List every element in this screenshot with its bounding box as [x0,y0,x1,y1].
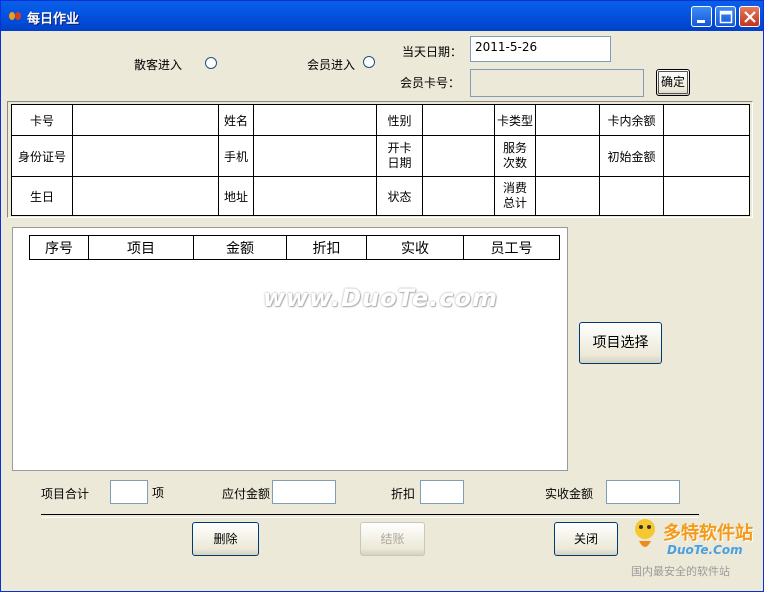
address-value [253,176,377,216]
items-grid[interactable]: 序号 项目 金额 折扣 实收 员工号 [29,235,560,260]
consume-total-label: 消费 总计 [494,176,536,216]
app-icon [9,12,21,20]
empty-label [599,176,664,216]
window-title: 每日作业 [27,12,80,27]
id-no-label: 身份证号 [11,135,73,177]
address-label: 地址 [218,176,254,216]
gender-label: 性别 [376,104,423,136]
status-label: 状态 [376,176,423,216]
actual-amount-field[interactable] [606,480,680,504]
mascot-icon [635,519,655,547]
name-label: 姓名 [218,104,254,136]
watermark-site: www.DuoTe.com [263,284,498,312]
open-date-value [422,135,495,177]
member-radio[interactable] [363,56,375,68]
discount-field[interactable] [420,480,464,504]
balance-value [663,104,750,136]
title-bar[interactable]: 每日作业 [1,1,763,31]
initial-amount-value [663,135,750,177]
card-number-field[interactable] [470,69,644,97]
maximize-button[interactable] [715,6,736,27]
payable-label: 应付金额 [222,487,271,501]
card-no-value [72,104,219,136]
member-label: 会员进入 [307,58,356,72]
maximize-icon [719,10,733,24]
col-actual: 实收 [366,235,464,260]
card-number-label: 会员卡号： [400,76,461,90]
col-amount: 金额 [193,235,287,260]
gender-value [422,104,495,136]
close-button[interactable]: 关闭 [554,522,618,556]
walkin-label: 散客进入 [134,58,183,72]
date-field[interactable]: 2011-5-26 [470,36,611,62]
watermark-logo-text: 多特软件站 [663,523,753,544]
id-no-value [72,135,219,177]
confirm-button[interactable]: 确定 [656,69,690,96]
select-item-button[interactable]: 项目选择 [579,322,662,364]
main-window: 每日作业 散客进入 会员进入 当天日期： 2011-5-26 会员卡号： 确定 … [0,0,764,592]
name-value [253,104,377,136]
close-window-button[interactable] [739,6,760,27]
initial-amount-label: 初始金额 [599,135,664,177]
separator [41,514,699,515]
col-seq: 序号 [29,235,89,260]
phone-value [253,135,377,177]
birthday-label: 生日 [11,176,73,216]
minimize-button[interactable] [691,6,712,27]
open-date-label: 开卡 日期 [376,135,423,177]
birthday-value [72,176,219,216]
card-no-label: 卡号 [11,104,73,136]
close-icon [744,11,756,23]
balance-label: 卡内余额 [599,104,664,136]
separator-highlight [41,517,699,518]
member-info-table: 卡号 姓名 性别 卡类型 卡内余额 身份证号 手机 开卡 日期 服务 次数 初始… [11,104,750,216]
payable-field[interactable] [272,480,336,504]
card-type-label: 卡类型 [494,104,536,136]
col-discount: 折扣 [286,235,367,260]
checkout-button[interactable]: 结账 [360,522,425,556]
col-staff-id: 员工号 [463,235,560,260]
col-item: 项目 [88,235,194,260]
item-total-label: 项目合计 [41,487,90,501]
item-total-field[interactable] [110,480,148,504]
service-count-label: 服务 次数 [494,135,536,177]
items-grid-panel[interactable]: 序号 项目 金额 折扣 实收 员工号 www.DuoTe.com [12,227,568,471]
status-value [422,176,495,216]
card-type-value [535,104,600,136]
phone-label: 手机 [218,135,254,177]
empty-value [663,176,750,216]
actual-amount-label: 实收金额 [545,487,594,501]
date-label: 当天日期： [402,45,463,59]
delete-button[interactable]: 删除 [192,522,259,556]
item-unit-label: 项 [152,486,165,500]
minimize-icon [697,20,705,23]
grid-header-row: 序号 项目 金额 折扣 实收 员工号 [29,235,560,260]
watermark-logo: 多特软件站 DuoTe.Com 国内最安全的软件站 [629,517,761,579]
walkin-radio[interactable] [205,57,217,69]
watermark-slogan: 国内最安全的软件站 [631,565,730,578]
discount-label: 折扣 [391,487,416,501]
watermark-logo-domain: DuoTe.Com [667,543,743,557]
consume-total-value [535,176,600,216]
service-count-value [535,135,600,177]
